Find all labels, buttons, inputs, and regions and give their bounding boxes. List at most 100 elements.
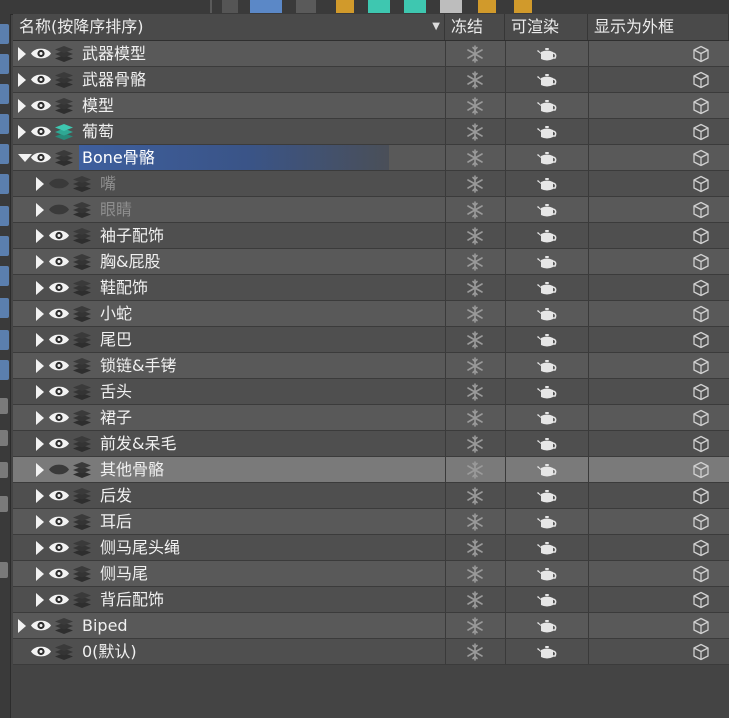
layer-row[interactable]: 模型 xyxy=(13,93,729,119)
freeze-cell[interactable] xyxy=(445,223,506,248)
box-cube-icon[interactable] xyxy=(692,539,710,557)
box-column-header[interactable]: 显示为外框 xyxy=(588,14,729,40)
eye-icon[interactable] xyxy=(30,618,52,633)
layer-name-cell[interactable]: 嘴 xyxy=(13,171,446,196)
box-cell[interactable] xyxy=(588,41,729,66)
sort-descending-icon[interactable]: ▼ xyxy=(432,14,440,40)
render-cell[interactable] xyxy=(505,145,589,170)
layer-name-cell[interactable]: 胸&屁股 xyxy=(13,249,446,274)
box-cell[interactable] xyxy=(588,613,729,638)
tool-helper-icon[interactable] xyxy=(0,144,9,164)
name-column-header[interactable]: 名称(按降序排序) ▼ xyxy=(13,14,445,40)
layer-stack-icon[interactable] xyxy=(72,590,92,610)
render-cell[interactable] xyxy=(505,197,589,222)
box-cube-icon[interactable] xyxy=(692,123,710,141)
toolbar-layer-teal-icon[interactable] xyxy=(368,0,390,13)
layer-stack-icon[interactable] xyxy=(72,226,92,246)
box-cube-icon[interactable] xyxy=(692,279,710,297)
freeze-cell[interactable] xyxy=(445,275,506,300)
box-cell[interactable] xyxy=(588,587,729,612)
freeze-cell[interactable] xyxy=(445,379,506,404)
eye-icon[interactable] xyxy=(48,280,70,295)
teapot-icon[interactable] xyxy=(536,150,558,168)
box-cell[interactable] xyxy=(588,327,729,352)
render-cell[interactable] xyxy=(505,249,589,274)
toolbar-filter-button[interactable] xyxy=(222,0,238,13)
box-cell[interactable] xyxy=(588,145,729,170)
layer-row[interactable]: 葡萄 xyxy=(13,119,729,145)
teapot-icon[interactable] xyxy=(536,384,558,402)
eye-icon[interactable] xyxy=(48,436,70,451)
layer-name-cell[interactable]: 裙子 xyxy=(13,405,446,430)
box-cube-icon[interactable] xyxy=(692,591,710,609)
layer-row[interactable]: 侧马尾 xyxy=(13,561,729,587)
toolbar-hierarchy-button[interactable] xyxy=(250,0,282,13)
tool-gear-icon[interactable] xyxy=(0,496,8,512)
eye-icon[interactable] xyxy=(48,514,70,529)
teapot-icon[interactable] xyxy=(536,462,558,480)
snowflake-icon[interactable] xyxy=(466,123,484,141)
snowflake-icon[interactable] xyxy=(466,409,484,427)
expand-arrow-icon[interactable] xyxy=(36,385,44,399)
tool-camera-icon[interactable] xyxy=(0,114,9,134)
teapot-icon[interactable] xyxy=(536,254,558,272)
teapot-icon[interactable] xyxy=(536,176,558,194)
layer-row[interactable]: Biped xyxy=(13,613,729,639)
layer-name-cell[interactable]: 侧马尾 xyxy=(13,561,446,586)
box-cell[interactable] xyxy=(588,301,729,326)
layer-name-cell[interactable]: 耳后 xyxy=(13,509,446,534)
layer-name-cell[interactable]: 锁链&手铐 xyxy=(13,353,446,378)
layer-row[interactable]: 裙子 xyxy=(13,405,729,431)
toolbar-select-layer-icon[interactable] xyxy=(404,0,426,13)
layer-row[interactable]: 武器模型 xyxy=(13,41,729,67)
box-cell[interactable] xyxy=(588,223,729,248)
layer-row[interactable]: 胸&屁股 xyxy=(13,249,729,275)
box-cell[interactable] xyxy=(588,197,729,222)
tool-light-icon[interactable] xyxy=(0,84,9,104)
snowflake-icon[interactable] xyxy=(466,227,484,245)
tool-shape-icon[interactable] xyxy=(0,206,9,226)
tool-display-icon[interactable] xyxy=(0,298,9,318)
freeze-cell[interactable] xyxy=(445,431,506,456)
box-cube-icon[interactable] xyxy=(692,253,710,271)
layer-stack-icon[interactable] xyxy=(54,616,74,636)
layer-row[interactable]: 侧马尾头绳 xyxy=(13,535,729,561)
expand-arrow-icon[interactable] xyxy=(36,229,44,243)
box-cell[interactable] xyxy=(588,67,729,92)
snowflake-icon[interactable] xyxy=(466,539,484,557)
tool-spacewarp-icon[interactable] xyxy=(0,174,9,194)
snowflake-icon[interactable] xyxy=(466,617,484,635)
layer-row[interactable]: 鞋配饰 xyxy=(13,275,729,301)
render-column-header[interactable]: 可渲染 xyxy=(505,14,588,40)
layer-name-cell[interactable]: 武器模型 xyxy=(13,41,446,66)
box-cube-icon[interactable] xyxy=(692,383,710,401)
layer-row[interactable]: 0(默认) xyxy=(13,639,729,665)
freeze-cell[interactable] xyxy=(445,327,506,352)
expand-arrow-icon[interactable] xyxy=(36,359,44,373)
layer-row[interactable]: 尾巴 xyxy=(13,327,729,353)
teapot-icon[interactable] xyxy=(536,228,558,246)
box-cube-icon[interactable] xyxy=(692,97,710,115)
freeze-cell[interactable] xyxy=(445,613,506,638)
render-cell[interactable] xyxy=(505,275,589,300)
layer-name-cell[interactable]: 尾巴 xyxy=(13,327,446,352)
eye-icon[interactable] xyxy=(48,410,70,425)
eye-icon[interactable] xyxy=(48,332,70,347)
box-cube-icon[interactable] xyxy=(692,643,710,661)
expand-arrow-icon[interactable] xyxy=(36,567,44,581)
layer-name-cell[interactable]: 后发 xyxy=(13,483,446,508)
teapot-icon[interactable] xyxy=(536,306,558,324)
eye-icon[interactable] xyxy=(48,384,70,399)
expand-arrow-icon[interactable] xyxy=(36,281,44,295)
snowflake-icon[interactable] xyxy=(466,591,484,609)
teapot-icon[interactable] xyxy=(536,644,558,662)
snowflake-icon[interactable] xyxy=(466,149,484,167)
freeze-cell[interactable] xyxy=(445,93,506,118)
layer-row[interactable]: 眼睛 xyxy=(13,197,729,223)
tool-box-icon[interactable] xyxy=(0,54,9,74)
freeze-cell[interactable] xyxy=(445,301,506,326)
render-cell[interactable] xyxy=(505,171,589,196)
box-cell[interactable] xyxy=(588,457,729,482)
box-cube-icon[interactable] xyxy=(692,435,710,453)
teapot-icon[interactable] xyxy=(536,540,558,558)
